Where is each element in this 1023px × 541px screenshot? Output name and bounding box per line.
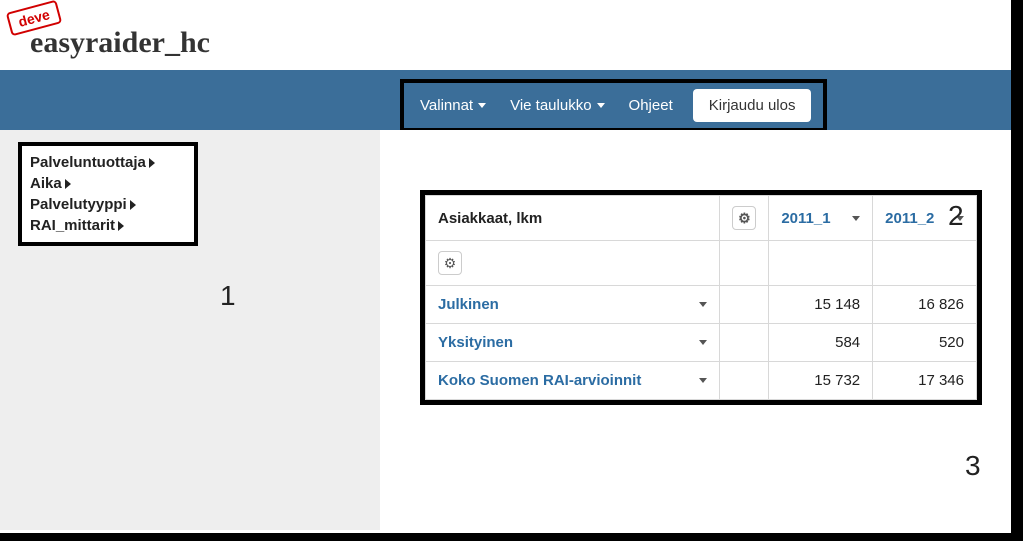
logout-button[interactable]: Kirjaudu ulos xyxy=(693,89,812,122)
filter-label: RAI_mittarit xyxy=(30,217,115,234)
main: Asiakkaat, lkm ⚙ 2011_1 2011_2 xyxy=(380,130,1011,530)
filter-box: Palveluntuottaja Aika Palvelutyyppi RAI_… xyxy=(18,142,198,246)
navbar: Valinnat Vie taulukko Ohjeet Kirjaudu ul… xyxy=(0,70,1023,130)
table-row: Koko Suomen RAI-arvioinnit 15 732 17 346 xyxy=(426,362,977,400)
header: deve easyraider_hc xyxy=(0,0,1023,70)
data-table-wrap: Asiakkaat, lkm ⚙ 2011_1 2011_2 xyxy=(420,190,982,405)
caret-down-icon xyxy=(478,103,486,108)
gear-icon[interactable]: ⚙ xyxy=(732,206,756,230)
row-label: Yksityinen xyxy=(438,334,513,351)
filter-label: Aika xyxy=(30,175,62,192)
col-label: 2011_1 xyxy=(781,210,830,227)
row-header-yksityinen[interactable]: Yksityinen xyxy=(426,324,720,362)
filter-palvelutyyppi[interactable]: Palvelutyyppi xyxy=(30,194,186,215)
frame-right xyxy=(1011,0,1023,541)
gear-cell: ⚙ xyxy=(426,241,720,286)
table-header-row: Asiakkaat, lkm ⚙ 2011_1 2011_2 xyxy=(426,196,977,241)
filter-label: Palvelutyyppi xyxy=(30,196,127,213)
triangle-right-icon xyxy=(130,200,136,210)
row-header-julkinen[interactable]: Julkinen xyxy=(426,286,720,324)
annotation-1: 1 xyxy=(220,280,236,312)
cell-value: 16 826 xyxy=(873,286,977,324)
row-header-koko-suomen[interactable]: Koko Suomen RAI-arvioinnit xyxy=(426,362,720,400)
data-table: Asiakkaat, lkm ⚙ 2011_1 2011_2 xyxy=(425,195,977,400)
sidebar: Palveluntuottaja Aika Palvelutyyppi RAI_… xyxy=(0,130,380,530)
triangle-right-icon xyxy=(118,221,124,231)
cell-value: 520 xyxy=(873,324,977,362)
row-label: Julkinen xyxy=(438,296,499,313)
caret-down-icon xyxy=(699,302,707,307)
caret-down-icon xyxy=(852,216,860,221)
cell-value: 17 346 xyxy=(873,362,977,400)
frame-bottom xyxy=(0,533,1023,541)
caret-down-icon xyxy=(699,340,707,345)
annotation-3: 3 xyxy=(965,450,981,482)
triangle-right-icon xyxy=(149,158,155,168)
nav-vie-taulukko[interactable]: Vie taulukko xyxy=(506,93,608,118)
filter-rai-mittarit[interactable]: RAI_mittarit xyxy=(30,215,186,236)
gear-icon[interactable]: ⚙ xyxy=(438,251,462,275)
nav-ohjeet[interactable]: Ohjeet xyxy=(625,93,677,118)
nav-valinnat[interactable]: Valinnat xyxy=(416,93,490,118)
cell-value: 15 732 xyxy=(769,362,873,400)
filter-label: Palveluntuottaja xyxy=(30,154,146,171)
nav-valinnat-label: Valinnat xyxy=(420,97,473,114)
row-label: Koko Suomen RAI-arvioinnit xyxy=(438,372,641,389)
content: Palveluntuottaja Aika Palvelutyyppi RAI_… xyxy=(0,130,1011,530)
gear-cell: ⚙ xyxy=(720,196,769,241)
filter-aika[interactable]: Aika xyxy=(30,173,186,194)
app-title: easyraider_hc xyxy=(30,26,1023,60)
annotation-2: 2 xyxy=(948,200,964,232)
cell-value: 584 xyxy=(769,324,873,362)
triangle-right-icon xyxy=(65,179,71,189)
nav-group: Valinnat Vie taulukko Ohjeet Kirjaudu ul… xyxy=(400,79,827,132)
nav-ohjeet-label: Ohjeet xyxy=(629,97,673,114)
filter-palveluntuottaja[interactable]: Palveluntuottaja xyxy=(30,152,186,173)
caret-down-icon xyxy=(699,378,707,383)
caret-down-icon xyxy=(597,103,605,108)
table-row: Julkinen 15 148 16 826 xyxy=(426,286,977,324)
cell-value: 15 148 xyxy=(769,286,873,324)
col-label: 2011_2 xyxy=(885,210,934,227)
col-header-2011-1[interactable]: 2011_1 xyxy=(769,196,873,241)
metric-header: Asiakkaat, lkm xyxy=(426,196,720,241)
table-subheader-row: ⚙ xyxy=(426,241,977,286)
table-row: Yksityinen 584 520 xyxy=(426,324,977,362)
nav-vie-label: Vie taulukko xyxy=(510,97,591,114)
